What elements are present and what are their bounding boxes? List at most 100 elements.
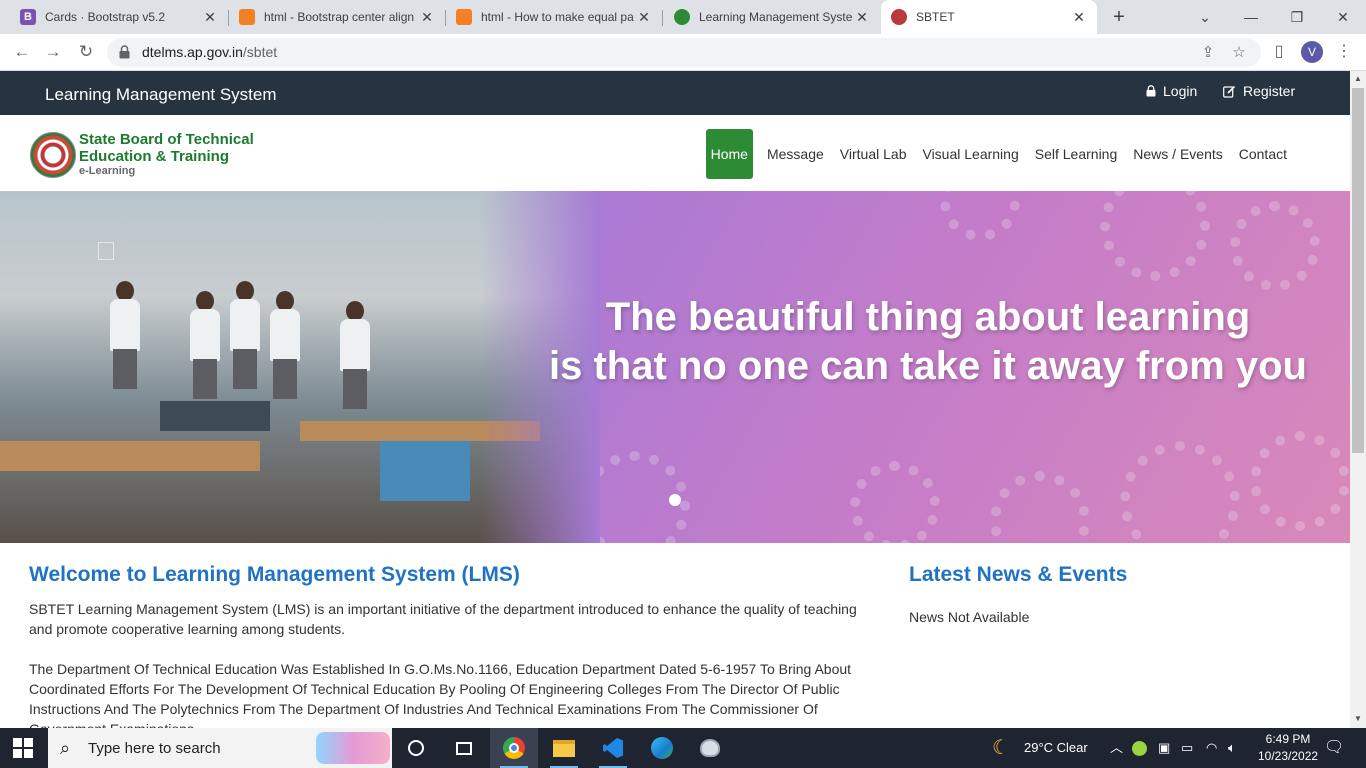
login-label: Login bbox=[1163, 83, 1198, 99]
windows-start-icon[interactable] bbox=[13, 738, 33, 758]
stackoverflow-favicon-icon bbox=[456, 9, 472, 25]
nav-contact[interactable]: Contact bbox=[1231, 129, 1295, 179]
lock-icon bbox=[119, 45, 130, 59]
scrollbar-thumb[interactable] bbox=[1352, 88, 1364, 453]
gear-decoration bbox=[940, 191, 1020, 241]
hero-quote: The beautiful thing about learning is th… bbox=[528, 293, 1328, 391]
scroll-up-arrow-icon[interactable]: ▲ bbox=[1354, 74, 1362, 83]
close-window-icon[interactable]: ✕ bbox=[1331, 5, 1355, 29]
gear-decoration bbox=[850, 461, 940, 543]
carousel-prev-control[interactable] bbox=[98, 242, 114, 260]
tab-title: Cards · Bootstrap v5.2 bbox=[45, 10, 166, 24]
reload-icon[interactable]: ↻ bbox=[74, 40, 98, 64]
tab-title: html - Bootstrap center align bbox=[264, 10, 415, 24]
close-tab-icon[interactable]: ✕ bbox=[636, 9, 652, 26]
notifications-icon[interactable]: 🗨︎ bbox=[1324, 728, 1344, 768]
nav-self-learning[interactable]: Self Learning bbox=[1027, 129, 1126, 179]
share-icon[interactable]: ⇪ bbox=[1198, 43, 1218, 63]
clock-date: 10/23/2022 bbox=[1258, 749, 1319, 763]
browser-toolbar: ← → ↻ dtelms.ap.gov.in/sbtet ⇪ ☆ ▯ V ⋮ bbox=[0, 34, 1366, 71]
chrome-taskbar-icon[interactable] bbox=[490, 728, 538, 768]
nav-news-events[interactable]: News / Events bbox=[1125, 129, 1230, 179]
close-tab-icon[interactable]: ✕ bbox=[854, 9, 870, 26]
vscode-icon[interactable] bbox=[589, 728, 637, 768]
news-heading: Latest News & Events bbox=[909, 563, 1128, 586]
volume-icon[interactable]: 🔈︎ bbox=[1228, 728, 1236, 768]
cortana-icon[interactable] bbox=[392, 728, 440, 768]
taskbar-clock[interactable]: 6:49 PM 10/23/2022 bbox=[1258, 731, 1318, 765]
lab-bench bbox=[0, 441, 260, 471]
hero-quote-line2: is that no one can take it away from you bbox=[549, 344, 1307, 388]
hero-carousel[interactable]: The beautiful thing about learning is th… bbox=[0, 191, 1350, 543]
bookmark-star-icon[interactable]: ☆ bbox=[1229, 43, 1249, 63]
new-tab-icon[interactable]: + bbox=[1109, 6, 1129, 28]
forward-arrow-icon[interactable]: → bbox=[41, 40, 65, 64]
paint-icon[interactable] bbox=[686, 728, 734, 768]
tab-title: SBTET bbox=[916, 10, 955, 24]
gear-decoration bbox=[1120, 441, 1240, 543]
browser-tab[interactable]: B Cards · Bootstrap v5.2 ✕ bbox=[10, 0, 228, 34]
tab-title: Learning Management Syste bbox=[699, 10, 853, 24]
bootstrap-favicon-icon: B bbox=[20, 9, 36, 25]
browser-tab[interactable]: Learning Management Syste ✕ bbox=[664, 0, 880, 34]
close-tab-icon[interactable]: ✕ bbox=[419, 9, 435, 26]
students-lab-photo bbox=[0, 191, 600, 543]
gear-decoration bbox=[1250, 431, 1350, 531]
nav-home[interactable]: Home bbox=[705, 129, 753, 179]
meet-now-icon[interactable]: ▣ bbox=[1158, 728, 1170, 768]
tray-app-icon[interactable] bbox=[1132, 728, 1147, 768]
search-highlight-illustration bbox=[316, 732, 390, 764]
browser-tab-active[interactable]: SBTET ✕ bbox=[881, 0, 1097, 34]
battery-icon[interactable]: ▭ bbox=[1181, 728, 1193, 768]
clock-time: 6:49 PM bbox=[1265, 732, 1311, 746]
wifi-icon[interactable]: ◠ bbox=[1206, 728, 1217, 768]
web-page: Learning Management System Login Registe… bbox=[0, 71, 1350, 728]
site-header: State Board of Technical Education & Tra… bbox=[0, 115, 1350, 191]
lock-icon bbox=[1146, 85, 1156, 97]
back-arrow-icon[interactable]: ← bbox=[10, 40, 34, 64]
file-explorer-icon[interactable] bbox=[540, 728, 588, 768]
close-tab-icon[interactable]: ✕ bbox=[1071, 9, 1087, 26]
weather-text[interactable]: 29°C Clear bbox=[1024, 728, 1088, 768]
tab-search-chevron-icon[interactable]: ⌄ bbox=[1193, 5, 1217, 29]
show-hidden-icons-chevron-icon[interactable]: ︿ bbox=[1110, 728, 1123, 768]
org-name: State Board of Technical Education & Tra… bbox=[79, 131, 254, 165]
browser-tab[interactable]: html - Bootstrap center align ✕ bbox=[229, 0, 445, 34]
minimize-icon[interactable]: — bbox=[1239, 5, 1263, 29]
sbtet-emblem-logo[interactable] bbox=[30, 132, 76, 178]
main-nav: Home Message Virtual Lab Visual Learning… bbox=[705, 129, 1295, 179]
site-brand[interactable]: Learning Management System bbox=[45, 85, 277, 105]
address-bar[interactable]: dtelms.ap.gov.in/sbtet ⇪ ☆ bbox=[107, 38, 1261, 67]
login-link[interactable]: Login bbox=[1146, 83, 1197, 99]
nav-message[interactable]: Message bbox=[759, 129, 832, 179]
search-placeholder: Type here to search bbox=[88, 740, 221, 757]
more-menu-icon[interactable]: ⋮ bbox=[1333, 41, 1355, 63]
restore-icon[interactable]: ❐ bbox=[1285, 5, 1309, 29]
org-name-line2: Education & Training bbox=[79, 148, 230, 165]
register-link[interactable]: Register bbox=[1223, 83, 1295, 99]
edit-icon bbox=[1223, 85, 1236, 98]
lab-bench bbox=[300, 421, 540, 441]
org-subtitle: e-Learning bbox=[79, 165, 136, 177]
task-view-icon[interactable] bbox=[440, 728, 488, 768]
side-panel-icon[interactable]: ▯ bbox=[1268, 41, 1290, 63]
scroll-down-arrow-icon[interactable]: ▼ bbox=[1354, 714, 1362, 723]
nav-visual-learning[interactable]: Visual Learning bbox=[914, 129, 1026, 179]
gear-decoration bbox=[1230, 201, 1320, 291]
hero-quote-line1: The beautiful thing about learning bbox=[605, 295, 1251, 339]
taskbar-search-box[interactable]: ⌕ Type here to search bbox=[48, 728, 392, 768]
browser-tab[interactable]: html - How to make equal pa ✕ bbox=[446, 0, 662, 34]
stackoverflow-favicon-icon bbox=[239, 9, 255, 25]
gear-decoration bbox=[1100, 191, 1210, 281]
weather-moon-icon[interactable]: ☾ bbox=[992, 728, 1010, 768]
page-scrollbar[interactable]: ▲ ▼ bbox=[1350, 71, 1366, 728]
nav-virtual-lab[interactable]: Virtual Lab bbox=[832, 129, 915, 179]
carousel-indicator-dot[interactable] bbox=[669, 494, 681, 506]
edge-icon[interactable] bbox=[638, 728, 686, 768]
url-path: /sbtet bbox=[242, 44, 278, 60]
browser-tab-strip: B Cards · Bootstrap v5.2 ✕ html - Bootst… bbox=[0, 0, 1366, 34]
close-tab-icon[interactable]: ✕ bbox=[202, 9, 218, 26]
url-text: dtelms.ap.gov.in/sbtet bbox=[142, 44, 277, 60]
profile-avatar[interactable]: V bbox=[1301, 41, 1323, 63]
tab-title: html - How to make equal pa bbox=[481, 10, 634, 24]
